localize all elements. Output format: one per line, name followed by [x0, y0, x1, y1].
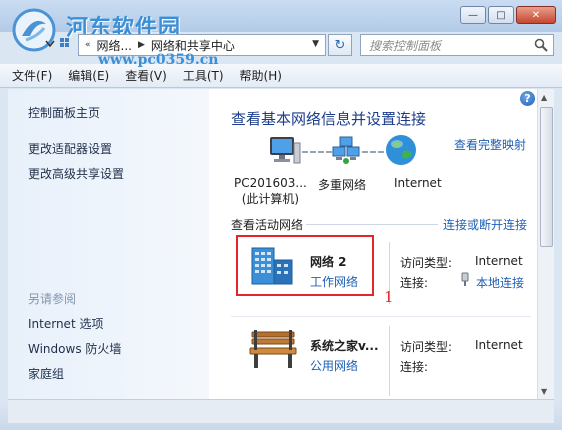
sidebar-item-control-panel-home[interactable]: 控制面板主页: [28, 104, 100, 121]
menu-bar: 文件(F) 编辑(E) 查看(V) 工具(T) 帮助(H): [0, 64, 562, 88]
section-divider: [306, 224, 438, 225]
ethernet-icon: [461, 272, 469, 286]
window-bottom-frame: [0, 399, 562, 430]
page-title: 查看基本网络信息并设置连接: [231, 110, 427, 128]
close-button[interactable]: ✕: [516, 6, 556, 24]
sidebar-item-internet-options[interactable]: Internet 选项: [28, 315, 103, 332]
see-also-heading: 另请参阅: [28, 292, 77, 306]
window-controls: — □ ✕: [460, 6, 556, 24]
scroll-down-icon[interactable]: ▼: [541, 387, 547, 396]
access-type-label: 访问类型:: [400, 256, 453, 270]
breadcrumb-overflow-icon[interactable]: «: [85, 40, 91, 50]
breadcrumb-network[interactable]: 网络...: [97, 37, 132, 54]
scroll-thumb[interactable]: [540, 107, 553, 247]
map-node-sublabel: (此计算机): [241, 192, 300, 206]
maximize-button[interactable]: □: [488, 6, 514, 24]
minimize-button[interactable]: —: [460, 6, 486, 24]
refresh-icon: ↻: [334, 37, 346, 53]
refresh-button[interactable]: ↻: [328, 34, 352, 56]
multiple-networks-icon[interactable]: [332, 135, 362, 165]
scroll-up-icon[interactable]: ▲: [541, 93, 547, 102]
search-input[interactable]: 搜索控制面板: [360, 34, 554, 56]
search-placeholder: 搜索控制面板: [369, 38, 442, 53]
annotation-number: 1: [384, 288, 394, 306]
public-network-bench-icon: [249, 330, 297, 368]
map-node-label: Internet: [394, 176, 442, 190]
menu-file[interactable]: 文件(F): [12, 67, 52, 84]
menu-view[interactable]: 查看(V): [125, 67, 167, 84]
map-node-internet[interactable]: Internet: [394, 176, 442, 190]
sidebar-item-homegroup[interactable]: 家庭组: [28, 365, 64, 382]
menu-help[interactable]: 帮助(H): [240, 67, 282, 84]
connection-label: 连接:: [400, 360, 429, 374]
watermark-url: www.pc0359.cn: [98, 52, 219, 68]
computer-icon[interactable]: [268, 133, 302, 167]
connection-label: 连接:: [400, 276, 429, 290]
network-type-link[interactable]: 公用网络: [310, 357, 358, 374]
breadcrumb-separator-icon[interactable]: ▶: [138, 40, 145, 50]
connect-disconnect-link[interactable]: 连接或断开连接: [443, 216, 527, 233]
map-node-multiple-networks[interactable]: 多重网络: [318, 176, 366, 193]
sidebar-item-advanced-sharing[interactable]: 更改高级共享设置: [28, 165, 124, 182]
access-type-value: Internet: [475, 338, 523, 352]
help-icon[interactable]: ?: [520, 91, 535, 106]
menu-edit[interactable]: 编辑(E): [68, 67, 109, 84]
internet-globe-icon[interactable]: [384, 133, 418, 167]
sidebar-item-adapter-settings[interactable]: 更改适配器设置: [28, 140, 112, 157]
search-icon[interactable]: [534, 38, 548, 52]
horizontal-scrollbar[interactable]: [8, 399, 554, 423]
breadcrumb-sharing-center[interactable]: 网络和共享中心: [151, 37, 235, 54]
vertical-scrollbar[interactable]: ▲ ▼: [537, 89, 554, 399]
local-connection-link[interactable]: 本地连接: [476, 274, 524, 291]
highlight-box: [236, 235, 374, 296]
access-type-value: Internet: [475, 254, 523, 268]
map-connector: [302, 151, 332, 153]
sidebar-item-firewall[interactable]: Windows 防火墙: [28, 340, 121, 357]
card-divider: [389, 326, 390, 396]
map-connector: [362, 151, 384, 153]
map-node-this-computer[interactable]: PC201603... (此计算机): [234, 176, 307, 207]
nav-chevron-icon[interactable]: [44, 37, 72, 51]
address-dropdown-icon[interactable]: ▼: [312, 39, 319, 49]
map-node-label: PC201603...: [234, 176, 307, 190]
active-networks-heading: 查看活动网络: [231, 218, 304, 232]
menu-tools[interactable]: 工具(T): [183, 67, 224, 84]
view-full-map-link[interactable]: 查看完整映射: [454, 136, 526, 153]
map-node-label: 多重网络: [318, 178, 367, 192]
access-type-label: 访问类型:: [400, 340, 453, 354]
network-name: 系统之家v...: [310, 339, 379, 353]
card-separator: [231, 316, 531, 317]
